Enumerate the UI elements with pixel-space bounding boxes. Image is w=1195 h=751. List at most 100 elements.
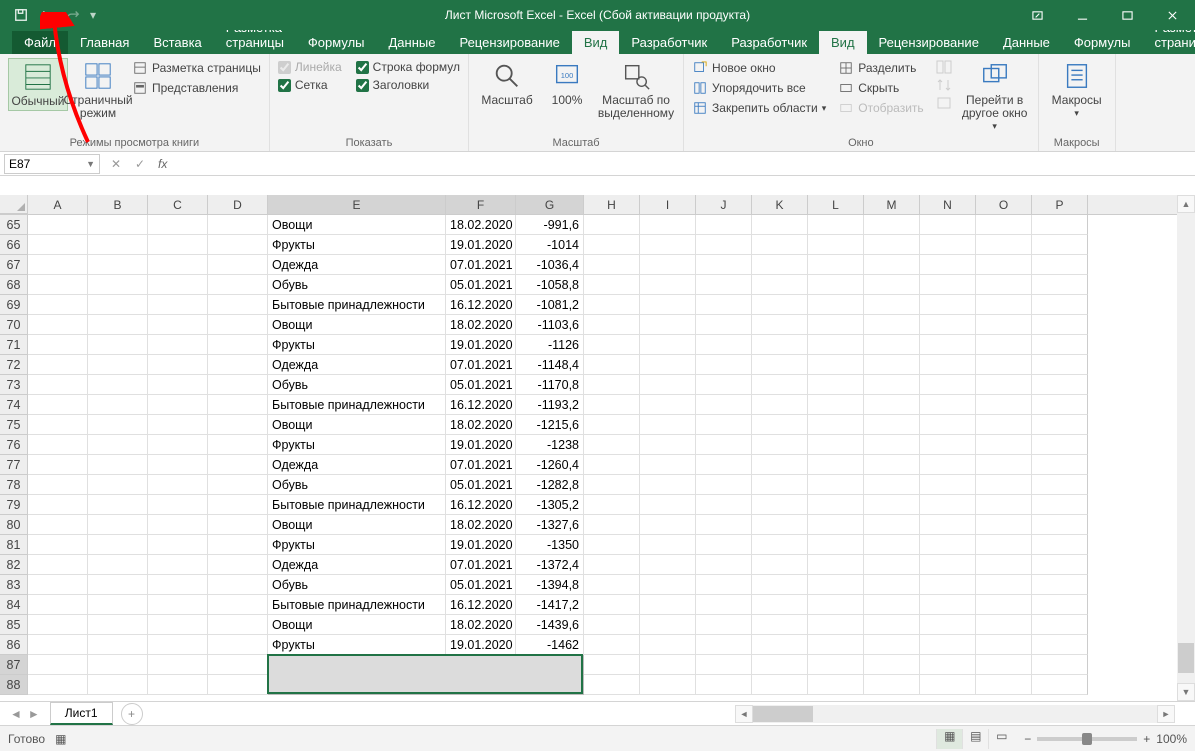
table-row[interactable]: 83Обувь05.01.2021-1394,8 xyxy=(0,575,1195,595)
cell-C83[interactable] xyxy=(148,575,208,595)
tab-file[interactable]: Файл xyxy=(12,31,68,54)
cell-G66[interactable]: -1014 xyxy=(516,235,584,255)
cell-B69[interactable] xyxy=(88,295,148,315)
cell-L81[interactable] xyxy=(808,535,864,555)
cell-D87[interactable] xyxy=(208,655,268,675)
cell-A67[interactable] xyxy=(28,255,88,275)
cell-C77[interactable] xyxy=(148,455,208,475)
row-header[interactable]: 68 xyxy=(0,275,28,295)
row-header[interactable]: 86 xyxy=(0,635,28,655)
cell-M66[interactable] xyxy=(864,235,920,255)
cell-B80[interactable] xyxy=(88,515,148,535)
row-header[interactable]: 88 xyxy=(0,675,28,695)
row-header[interactable]: 79 xyxy=(0,495,28,515)
cell-K71[interactable] xyxy=(752,335,808,355)
table-row[interactable]: 87 xyxy=(0,655,1195,675)
cell-J74[interactable] xyxy=(696,395,752,415)
cell-P81[interactable] xyxy=(1032,535,1088,555)
cell-L71[interactable] xyxy=(808,335,864,355)
cell-P68[interactable] xyxy=(1032,275,1088,295)
cell-E78[interactable]: Обувь xyxy=(268,475,446,495)
minimize-icon[interactable] xyxy=(1060,0,1105,30)
cell-P73[interactable] xyxy=(1032,375,1088,395)
undo-icon[interactable] xyxy=(36,4,58,26)
table-row[interactable]: 84Бытовые принадлежности16.12.2020-1417,… xyxy=(0,595,1195,615)
cell-J79[interactable] xyxy=(696,495,752,515)
cell-F83[interactable]: 05.01.2021 xyxy=(446,575,516,595)
cell-P65[interactable] xyxy=(1032,215,1088,235)
tab-Разработчик[interactable]: Разработчик xyxy=(719,31,819,54)
cell-H86[interactable] xyxy=(584,635,640,655)
cell-M80[interactable] xyxy=(864,515,920,535)
cell-P80[interactable] xyxy=(1032,515,1088,535)
cell-L78[interactable] xyxy=(808,475,864,495)
cell-O85[interactable] xyxy=(976,615,1032,635)
cell-I88[interactable] xyxy=(640,675,696,695)
cell-E74[interactable]: Бытовые принадлежности xyxy=(268,395,446,415)
cell-O73[interactable] xyxy=(976,375,1032,395)
cell-B67[interactable] xyxy=(88,255,148,275)
cell-P84[interactable] xyxy=(1032,595,1088,615)
cell-L87[interactable] xyxy=(808,655,864,675)
tab-Данные[interactable]: Данные xyxy=(991,31,1062,54)
cell-E77[interactable]: Одежда xyxy=(268,455,446,475)
cell-O74[interactable] xyxy=(976,395,1032,415)
cell-G68[interactable]: -1058,8 xyxy=(516,275,584,295)
cell-N76[interactable] xyxy=(920,435,976,455)
cell-B70[interactable] xyxy=(88,315,148,335)
cell-P67[interactable] xyxy=(1032,255,1088,275)
cell-D83[interactable] xyxy=(208,575,268,595)
cell-D66[interactable] xyxy=(208,235,268,255)
cell-G82[interactable]: -1372,4 xyxy=(516,555,584,575)
cell-G67[interactable]: -1036,4 xyxy=(516,255,584,275)
cell-A72[interactable] xyxy=(28,355,88,375)
cell-N87[interactable] xyxy=(920,655,976,675)
cell-B81[interactable] xyxy=(88,535,148,555)
cell-K70[interactable] xyxy=(752,315,808,335)
cell-A74[interactable] xyxy=(28,395,88,415)
row-header[interactable]: 77 xyxy=(0,455,28,475)
cell-G77[interactable]: -1260,4 xyxy=(516,455,584,475)
cell-H88[interactable] xyxy=(584,675,640,695)
cell-I66[interactable] xyxy=(640,235,696,255)
table-row[interactable]: 79Бытовые принадлежности16.12.2020-1305,… xyxy=(0,495,1195,515)
cell-D78[interactable] xyxy=(208,475,268,495)
cell-G81[interactable]: -1350 xyxy=(516,535,584,555)
cell-F78[interactable]: 05.01.2021 xyxy=(446,475,516,495)
qat-dropdown-icon[interactable]: ▾ xyxy=(88,4,98,26)
cell-C82[interactable] xyxy=(148,555,208,575)
zoom-level[interactable]: 100% xyxy=(1156,732,1187,746)
cell-G72[interactable]: -1148,4 xyxy=(516,355,584,375)
scroll-down-icon[interactable]: ▼ xyxy=(1177,683,1195,701)
tab-Данные[interactable]: Данные xyxy=(377,31,448,54)
cell-C75[interactable] xyxy=(148,415,208,435)
cell-K75[interactable] xyxy=(752,415,808,435)
cell-J81[interactable] xyxy=(696,535,752,555)
cell-A71[interactable] xyxy=(28,335,88,355)
cell-E68[interactable]: Обувь xyxy=(268,275,446,295)
cell-H77[interactable] xyxy=(584,455,640,475)
col-header-B[interactable]: B xyxy=(88,195,148,214)
cell-C85[interactable] xyxy=(148,615,208,635)
cell-D81[interactable] xyxy=(208,535,268,555)
tab-Главная[interactable]: Главная xyxy=(68,31,141,54)
cell-C67[interactable] xyxy=(148,255,208,275)
row-header[interactable]: 81 xyxy=(0,535,28,555)
normal-view-icon[interactable]: ▦ xyxy=(936,729,962,749)
cell-I81[interactable] xyxy=(640,535,696,555)
row-header[interactable]: 75 xyxy=(0,415,28,435)
cell-B76[interactable] xyxy=(88,435,148,455)
cell-P72[interactable] xyxy=(1032,355,1088,375)
cell-K73[interactable] xyxy=(752,375,808,395)
cell-J65[interactable] xyxy=(696,215,752,235)
cell-I74[interactable] xyxy=(640,395,696,415)
cell-A88[interactable] xyxy=(28,675,88,695)
cell-L70[interactable] xyxy=(808,315,864,335)
cell-J80[interactable] xyxy=(696,515,752,535)
cell-J69[interactable] xyxy=(696,295,752,315)
cell-M72[interactable] xyxy=(864,355,920,375)
cell-D77[interactable] xyxy=(208,455,268,475)
cell-P87[interactable] xyxy=(1032,655,1088,675)
cell-P74[interactable] xyxy=(1032,395,1088,415)
cell-L73[interactable] xyxy=(808,375,864,395)
